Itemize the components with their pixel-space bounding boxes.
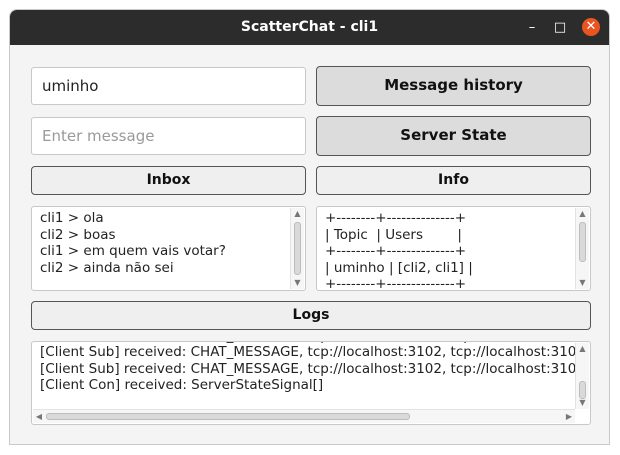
info-table-line: | Topic | Users | [325, 226, 462, 243]
maximize-icon[interactable]: □ [550, 18, 570, 38]
logs-button[interactable]: Logs [31, 301, 591, 330]
log-line: [Client Sub] received: CHAT_MESSAGE, tcp… [40, 344, 590, 360]
scroll-right-icon[interactable]: ▶ [563, 410, 575, 423]
logs-content: [Client Sub] received: CHAT_MESSAGE, tcp… [40, 342, 590, 394]
inbox-message-line: cli2 > ainda não sei [40, 259, 174, 276]
logs-hscroll-thumb[interactable] [46, 413, 410, 420]
inbox-button[interactable]: Inbox [31, 166, 306, 195]
info-scrollbar[interactable]: ▲ ▼ [575, 208, 589, 289]
log-line: [Client Sub] received: CHAT_MESSAGE, tcp… [40, 360, 590, 377]
info-button[interactable]: Info [316, 166, 591, 195]
minimize-icon[interactable]: – [522, 18, 542, 38]
info-table-line: +--------+--------------+ [325, 243, 467, 259]
topic-input[interactable]: uminho [31, 67, 306, 105]
logs-textarea[interactable]: [Client Sub] received: CHAT_MESSAGE, tcp… [31, 341, 591, 425]
window-title: ScatterChat - cli1 [240, 19, 379, 35]
inbox-scroll-thumb[interactable] [294, 222, 301, 275]
server-state-button[interactable]: Server State [316, 116, 591, 156]
scroll-left-icon[interactable]: ◀ [33, 410, 45, 423]
message-input[interactable]: Enter message [31, 117, 306, 155]
inbox-messages: cli1 > ola cli2 > boas cli1 > em quem vais… [40, 210, 226, 276]
scroll-down-icon[interactable]: ▼ [291, 277, 304, 289]
log-line: [Client Con] received: ServerStateSignal… [40, 377, 324, 393]
inbox-textarea[interactable]: cli1 > ola cli2 > boas cli1 > em quem vais… [31, 206, 306, 291]
scroll-up-icon[interactable]: ▲ [576, 343, 589, 355]
scroll-down-icon[interactable]: ▼ [576, 277, 589, 289]
logs-vertical-scrollbar[interactable]: ▲ ▼ [575, 343, 589, 409]
close-icon[interactable]: ✕ [582, 18, 600, 36]
title-bar[interactable]: ScatterChat - cli1 – □ ✕ [10, 10, 609, 45]
scroll-up-icon[interactable]: ▲ [576, 208, 589, 220]
scroll-up-icon[interactable]: ▲ [291, 208, 304, 220]
info-table-line: +--------+--------------+ [325, 276, 467, 291]
message-history-button[interactable]: Message history [316, 66, 591, 106]
app-window: ScatterChat - cli1 – □ ✕ uminho Message … [9, 9, 610, 445]
inbox-scrollbar[interactable]: ▲ ▼ [290, 208, 304, 289]
info-scroll-thumb[interactable] [579, 222, 586, 262]
inbox-message-line: cli1 > ola [40, 210, 104, 226]
info-table-line: | uminho | [cli2, cli1] | [325, 259, 473, 276]
scroll-down-icon[interactable]: ▼ [576, 397, 589, 409]
inbox-message-line: cli2 > boas [40, 226, 116, 243]
logs-horizontal-scrollbar[interactable]: ◀ ▶ [33, 409, 575, 423]
inbox-message-line: cli1 > em quem vais votar? [40, 243, 226, 259]
info-table: +--------+--------------+ | Topic | Users… [325, 210, 473, 291]
info-table-line: +--------+--------------+ [325, 210, 467, 226]
info-textarea[interactable]: +--------+--------------+ | Topic | Users… [316, 206, 591, 291]
